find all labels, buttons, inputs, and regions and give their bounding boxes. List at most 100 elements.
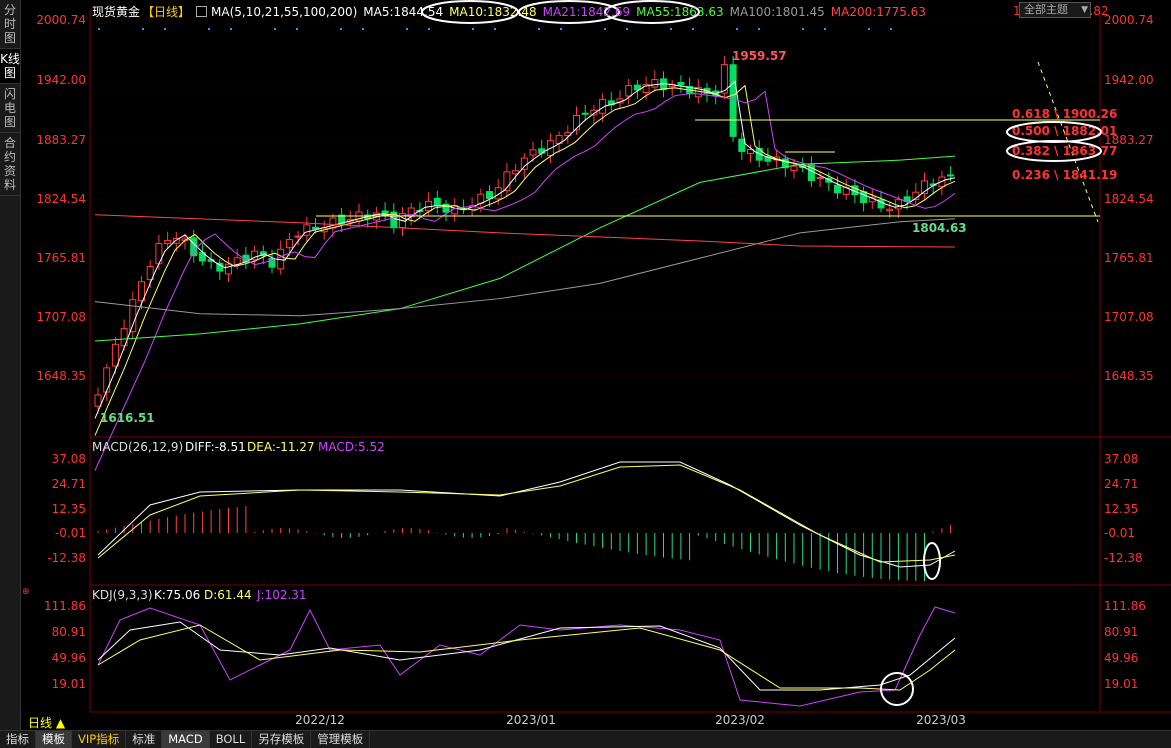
- price-tick-right: 2000.74: [1104, 13, 1154, 27]
- kdj-k: K:75.06: [154, 588, 200, 602]
- side-tab-0[interactable]: 分时图: [0, 0, 20, 49]
- bottom-tab-0[interactable]: 指标: [0, 731, 36, 748]
- bottom-tab-2[interactable]: VIP指标: [72, 731, 127, 748]
- candle-body: [285, 239, 293, 249]
- bottom-toolbar: 指标 模板 VIP指标 标准 MACD BOLL 另存模板 管理模板: [0, 730, 1171, 748]
- candle-body: [886, 208, 894, 212]
- candle-body: [790, 165, 798, 172]
- candle-body: [834, 184, 841, 194]
- event-marker-dot: [406, 28, 408, 30]
- macd-tick-left: 12.35: [52, 502, 86, 516]
- period-button[interactable]: 日线 ▲: [28, 714, 65, 731]
- candle-body: [294, 235, 302, 238]
- price-tick-left: 1824.54: [36, 192, 86, 206]
- macd-diff: DIFF:-8.51: [185, 440, 246, 454]
- macd-dea-line: [97, 464, 956, 563]
- ma-item-6: MA200:1775.63: [830, 5, 926, 19]
- kdj-tick-left: 80.91: [52, 625, 86, 639]
- ma-item-4: MA55:1863.63: [636, 5, 724, 19]
- kdj-k-line: [97, 621, 956, 691]
- macd-tick-right: 24.71: [1104, 477, 1138, 491]
- macd-tick-right: -12.38: [1104, 551, 1143, 565]
- candle-body: [894, 199, 902, 210]
- candle-body: [303, 224, 311, 236]
- event-marker-dot: [604, 28, 606, 30]
- candle-body: [538, 148, 546, 154]
- price-tick-left: 1765.81: [36, 251, 86, 265]
- candle-body: [529, 149, 537, 156]
- kdj-tick-left: 111.86: [44, 599, 86, 613]
- event-marker-dot: [98, 28, 100, 30]
- macd-tick-left: -12.38: [47, 551, 86, 565]
- price-tick-left: 2000.74: [36, 13, 86, 27]
- macd-tick-left: 37.08: [52, 452, 86, 466]
- bottom-tab-7[interactable]: 管理模板: [311, 731, 371, 748]
- bottom-tab-5[interactable]: BOLL: [210, 731, 253, 748]
- candle-body: [816, 177, 824, 180]
- price-tick-right: 1942.00: [1104, 73, 1154, 87]
- ma-settings-icon[interactable]: [196, 6, 208, 17]
- side-tab-2[interactable]: 闪电图: [0, 84, 20, 133]
- date-tick: 2022/12: [295, 713, 345, 727]
- kdj-j: J:102.31: [256, 588, 307, 602]
- chart-canvas[interactable]: 2000.74 2000.741942.00 1942.001883.27 1883.…: [0, 0, 1171, 730]
- candle-body: [190, 237, 198, 257]
- event-marker-dot: [692, 28, 694, 30]
- candle-body: [129, 299, 137, 333]
- kdj-tick-right: 80.91: [1104, 625, 1138, 639]
- macd-tick-right: 37.08: [1104, 452, 1138, 466]
- macd-dea: DEA:-11.27: [247, 440, 315, 454]
- fib-level-label: 0.236 \ 1841.19: [1012, 168, 1117, 182]
- side-tab-3[interactable]: 合约资料: [0, 133, 20, 196]
- event-marker-dot: [230, 28, 232, 30]
- event-marker-dot: [274, 28, 276, 30]
- macd-value: MACD:5.52: [318, 440, 385, 454]
- date-tick: 2023/02: [715, 713, 765, 727]
- candle-body: [164, 239, 172, 245]
- ma-item-5: MA100:1801.45: [729, 5, 825, 19]
- candle-body: [94, 394, 102, 407]
- bottom-tab-6[interactable]: 另存模板: [252, 731, 312, 748]
- candle-body: [860, 191, 868, 204]
- event-marker-dot: [538, 28, 540, 30]
- candle-body: [738, 138, 746, 152]
- fib-level-label: 0.618 \ 1900.26: [1012, 107, 1117, 121]
- event-marker-dot: [472, 28, 474, 30]
- event-marker-dot: [428, 28, 430, 30]
- ma-item-2: MA10:1832.48: [449, 5, 537, 19]
- high-price-label: 1959.57: [732, 49, 787, 63]
- candle-body: [155, 243, 163, 265]
- period-label: 【日线】: [142, 5, 191, 19]
- candle-body: [433, 197, 441, 207]
- candle-body: [520, 157, 528, 170]
- price-tick-left: 1707.08: [36, 310, 86, 324]
- kdj-j-line: [97, 606, 956, 707]
- side-tab-1[interactable]: K线图: [0, 49, 20, 84]
- theme-select[interactable]: 全部主题 ▼: [1019, 2, 1091, 18]
- candle-body: [947, 174, 955, 177]
- side-tabs: 分时图 K线图 闪电图 合约资料: [0, 0, 21, 730]
- candle-body: [329, 217, 337, 229]
- candle-body: [512, 170, 520, 175]
- candle-body: [477, 193, 485, 204]
- event-marker-dot: [340, 28, 342, 30]
- event-marker-dot: [164, 28, 166, 30]
- macd-tick-right: -0.01: [1104, 526, 1135, 540]
- bottom-tab-1[interactable]: 模板: [36, 731, 72, 748]
- event-marker-dot: [824, 28, 826, 30]
- price-tick-left: 1883.27: [36, 133, 86, 147]
- event-marker-dot: [670, 28, 672, 30]
- event-marker-dot: [868, 28, 870, 30]
- recent-low-label: 1804.63: [912, 221, 967, 235]
- macd-tick-right: 12.35: [1104, 502, 1138, 516]
- price-tick-right: 1765.81: [1104, 251, 1154, 265]
- event-marker-dot: [802, 28, 804, 30]
- bottom-tab-4[interactable]: MACD: [162, 731, 210, 748]
- event-marker-dot: [626, 28, 628, 30]
- kdj-tick-left: 19.01: [52, 677, 86, 691]
- bottom-tab-3[interactable]: 标准: [126, 731, 163, 748]
- event-marker-dot: [560, 28, 562, 30]
- event-marker-dot: [142, 28, 144, 30]
- candle-body: [111, 343, 119, 367]
- date-tick: 2023/01: [506, 713, 556, 727]
